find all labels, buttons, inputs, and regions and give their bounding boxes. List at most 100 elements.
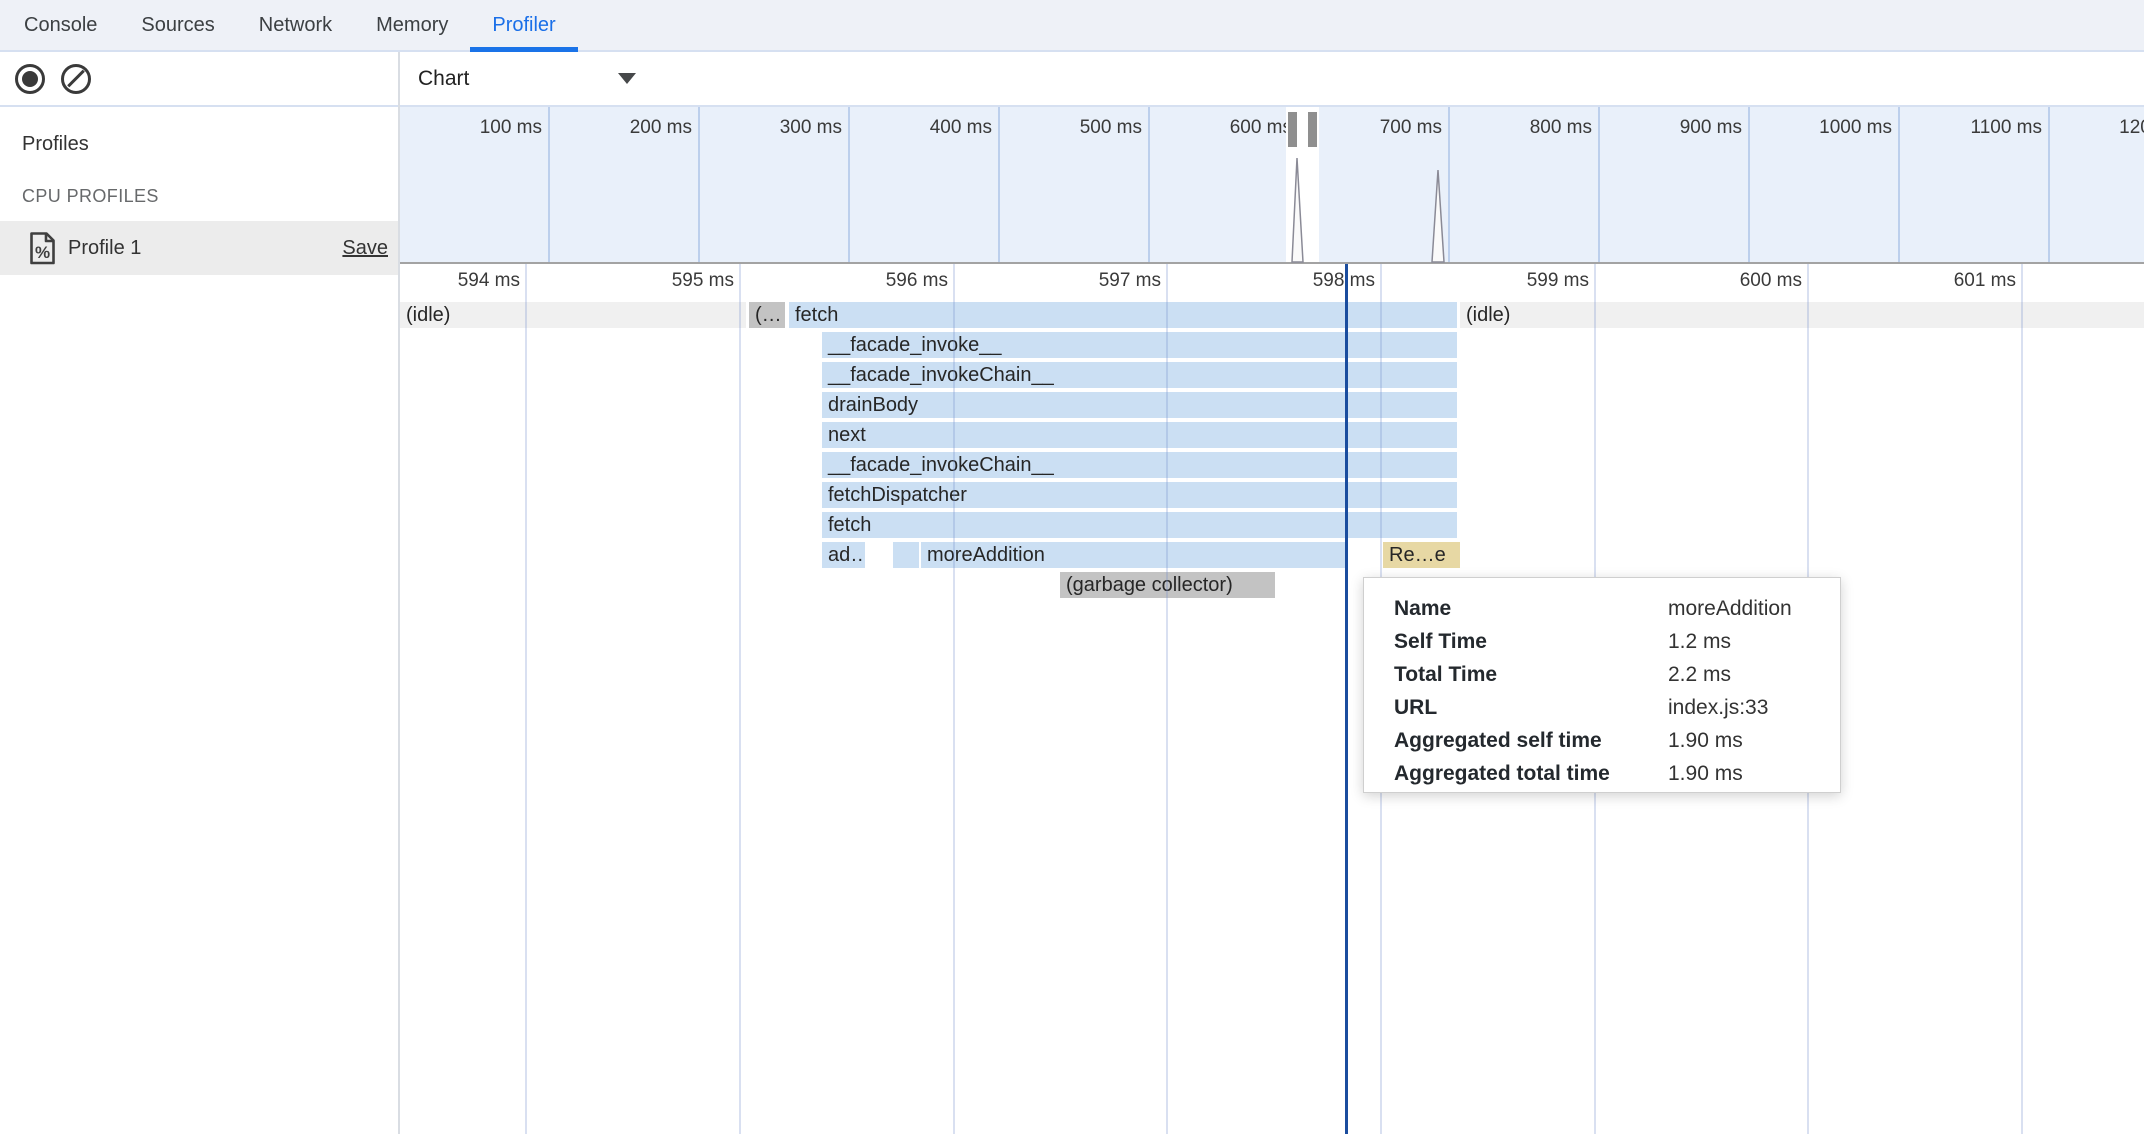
tooltip-label: Name [1394,592,1668,625]
detail-gridline [2021,264,2023,1134]
tooltip-row: NamemoreAddition [1394,592,1840,625]
overview-tick-label: 900 ms [1680,117,1742,138]
tab-profiler[interactable]: Profiler [470,0,577,50]
flame-frame[interactable]: fetchDispatcher [822,482,1457,508]
tooltip-value: moreAddition [1668,592,1792,625]
detail-tick-label: 595 ms [624,267,734,295]
tooltip-row: Aggregated total time1.90 ms [1394,757,1840,790]
chevron-down-icon [618,73,636,84]
record-profile-button[interactable] [14,63,46,95]
flame-frame[interactable]: moreAddition [921,542,1345,568]
flame-frame[interactable]: __facade_invokeChain__ [822,362,1457,388]
frame-details-tooltip: NamemoreAdditionSelf Time1.2 msTotal Tim… [1363,577,1841,793]
overview-column: 900 ms [1600,107,1750,262]
overview-column: 400 ms [850,107,1000,262]
overview-column: 200 ms [550,107,700,262]
playhead-line[interactable] [1345,264,1348,1134]
record-icon [15,64,45,94]
overview-tick-label: 500 ms [1080,117,1142,138]
tooltip-label: Total Time [1394,658,1668,691]
flame-frame[interactable]: (idle) [400,302,746,328]
detail-tick-label: 600 ms [1692,267,1802,295]
flame-frame[interactable]: (… [749,302,785,328]
tooltip-value: 1.2 ms [1668,625,1731,658]
flame-frame[interactable]: fetch [789,302,1457,328]
tab-sources[interactable]: Sources [119,0,236,50]
tooltip-value: index.js:33 [1668,691,1768,724]
profiler-chart-area: Chart 100 ms 200 ms 300 ms 400 ms 500 ms 600 … [400,52,2144,1134]
profile-list-item[interactable]: % Profile 1 Save [0,221,398,275]
chart-view-toolbar: Chart [400,52,2144,107]
flame-frame[interactable]: fetch [822,512,1457,538]
flame-frame[interactable]: ad…s [822,542,865,568]
detail-tick-label: 597 ms [1051,267,1161,295]
overview-tick-label: 400 ms [930,117,992,138]
overview-tick-label: 1000 ms [1819,117,1892,138]
tooltip-row: URLindex.js:33 [1394,691,1840,724]
tooltip-row: Total Time2.2 ms [1394,658,1840,691]
overview-column: 1200 ms [2050,107,2144,262]
overview-tick-label: 100 ms [480,117,542,138]
devtools-tabbar: ConsoleSourcesNetworkMemoryProfiler [0,0,2144,52]
profiler-sidebar: Profiles CPU PROFILES % Profile 1 Save [0,52,400,1134]
detail-tick-label: 599 ms [1479,267,1589,295]
svg-text:%: % [35,243,50,262]
devtools-window: ConsoleSourcesNetworkMemoryProfiler Prof… [0,0,2144,1134]
overview-column: 1000 ms [1750,107,1900,262]
overview-column: 100 ms [400,107,550,262]
flame-frame[interactable]: __facade_invoke__ [822,332,1457,358]
overview-tick-label: 600 ms [1230,117,1292,138]
overview-column: 1100 ms [1900,107,2050,262]
tab-network[interactable]: Network [237,0,354,50]
profiles-list: Profiles CPU PROFILES % Profile 1 Save [0,133,398,275]
detail-tick-label: 596 ms [838,267,948,295]
overview-column: 300 ms [700,107,850,262]
tab-memory[interactable]: Memory [354,0,470,50]
detail-gridline [953,264,955,1134]
flame-frame[interactable]: __facade_invokeChain__ [822,452,1457,478]
selection-handle-left[interactable] [1288,112,1297,147]
tooltip-row: Aggregated self time1.90 ms [1394,724,1840,757]
detail-tick-label: 598 ms [1265,267,1375,295]
overview-column: 700 ms [1300,107,1450,262]
tooltip-label: URL [1394,691,1668,724]
tooltip-label: Aggregated self time [1394,724,1668,757]
profiler-toolbar [0,52,398,107]
profiles-heading: Profiles [22,133,398,156]
flame-frame[interactable]: next [822,422,1457,448]
timeline-overview[interactable]: 100 ms 200 ms 300 ms 400 ms 500 ms 600 ms 700 … [400,107,2144,264]
profile-name: Profile 1 [68,237,342,260]
detail-tick-label: 594 ms [410,267,520,295]
view-mode-label: Chart [418,67,469,91]
profiler-panel: Profiles CPU PROFILES % Profile 1 Save C… [0,52,2144,1134]
tooltip-row: Self Time1.2 ms [1394,625,1840,658]
overview-tick-label: 800 ms [1530,117,1592,138]
flame-frame[interactable]: Re…e [1383,542,1460,568]
flame-frame[interactable]: (idle) [1460,302,2144,328]
overview-column: 500 ms [1000,107,1150,262]
clear-profiles-button[interactable] [60,63,92,95]
save-profile-link[interactable]: Save [342,237,388,260]
tab-console[interactable]: Console [2,0,119,50]
overview-ruler: 100 ms 200 ms 300 ms 400 ms 500 ms 600 ms 700 … [400,107,2144,262]
document-percent-icon: % [29,232,56,265]
tooltip-value: 2.2 ms [1668,658,1731,691]
flame-frame[interactable] [893,542,919,568]
tooltip-value: 1.90 ms [1668,757,1743,790]
detail-gridline [739,264,741,1134]
flame-frame[interactable]: drainBody [822,392,1457,418]
overview-column: 600 ms [1150,107,1300,262]
tooltip-label: Self Time [1394,625,1668,658]
overview-tick-label: 1200 ms [2119,117,2144,138]
cpu-profiles-section-label: CPU PROFILES [22,186,398,207]
clear-slash-icon [61,64,91,94]
overview-tick-label: 1100 ms [1971,117,2042,138]
flame-chart[interactable]: 594 ms 595 ms 596 ms 597 ms 598 ms 599 ms 600 … [400,264,2144,1134]
selection-handle-right[interactable] [1308,112,1317,147]
overview-tick-label: 700 ms [1380,117,1442,138]
tooltip-label: Aggregated total time [1394,757,1668,790]
view-mode-select[interactable]: Chart [400,67,648,91]
overview-tick-label: 300 ms [780,117,842,138]
overview-tick-label: 200 ms [630,117,692,138]
tooltip-value: 1.90 ms [1668,724,1743,757]
